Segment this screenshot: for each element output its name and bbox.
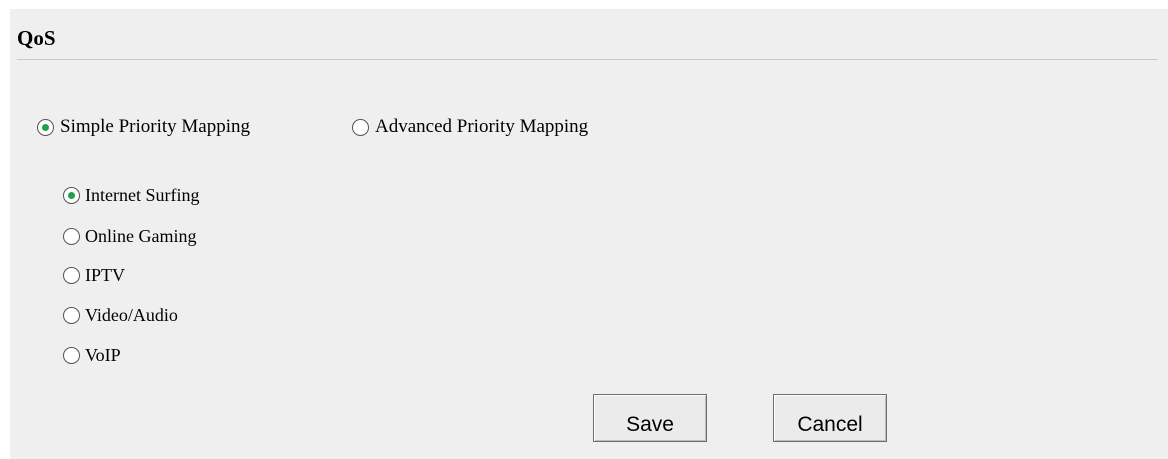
simple-priority-mapping-option[interactable]: Simple Priority Mapping xyxy=(37,116,250,138)
internet-surfing-radio[interactable] xyxy=(63,186,80,204)
voip-label: VoIP xyxy=(85,345,121,365)
app-option-online-gaming[interactable]: Online Gaming xyxy=(63,225,196,247)
online-gaming-radio[interactable] xyxy=(63,227,80,245)
simple-priority-mapping-label: Simple Priority Mapping xyxy=(60,116,250,137)
page-title: QoS xyxy=(17,26,56,50)
video-audio-label: Video/Audio xyxy=(85,305,178,325)
iptv-label: IPTV xyxy=(85,265,125,285)
cancel-button[interactable]: Cancel xyxy=(773,394,887,442)
app-option-iptv[interactable]: IPTV xyxy=(63,264,125,286)
iptv-radio[interactable] xyxy=(63,266,80,284)
video-audio-radio[interactable] xyxy=(63,306,80,324)
app-option-voip[interactable]: VoIP xyxy=(63,344,121,366)
save-button[interactable]: Save xyxy=(593,394,707,442)
voip-radio[interactable] xyxy=(63,346,80,364)
advanced-priority-mapping-radio[interactable] xyxy=(352,118,369,136)
internet-surfing-label: Internet Surfing xyxy=(85,185,200,205)
title-divider xyxy=(17,59,1158,60)
advanced-priority-mapping-option[interactable]: Advanced Priority Mapping xyxy=(352,116,588,138)
app-option-video-audio[interactable]: Video/Audio xyxy=(63,304,178,326)
simple-priority-mapping-radio[interactable] xyxy=(37,118,54,136)
advanced-priority-mapping-label: Advanced Priority Mapping xyxy=(375,116,589,137)
online-gaming-label: Online Gaming xyxy=(85,226,197,246)
app-option-internet-surfing[interactable]: Internet Surfing xyxy=(63,184,199,206)
